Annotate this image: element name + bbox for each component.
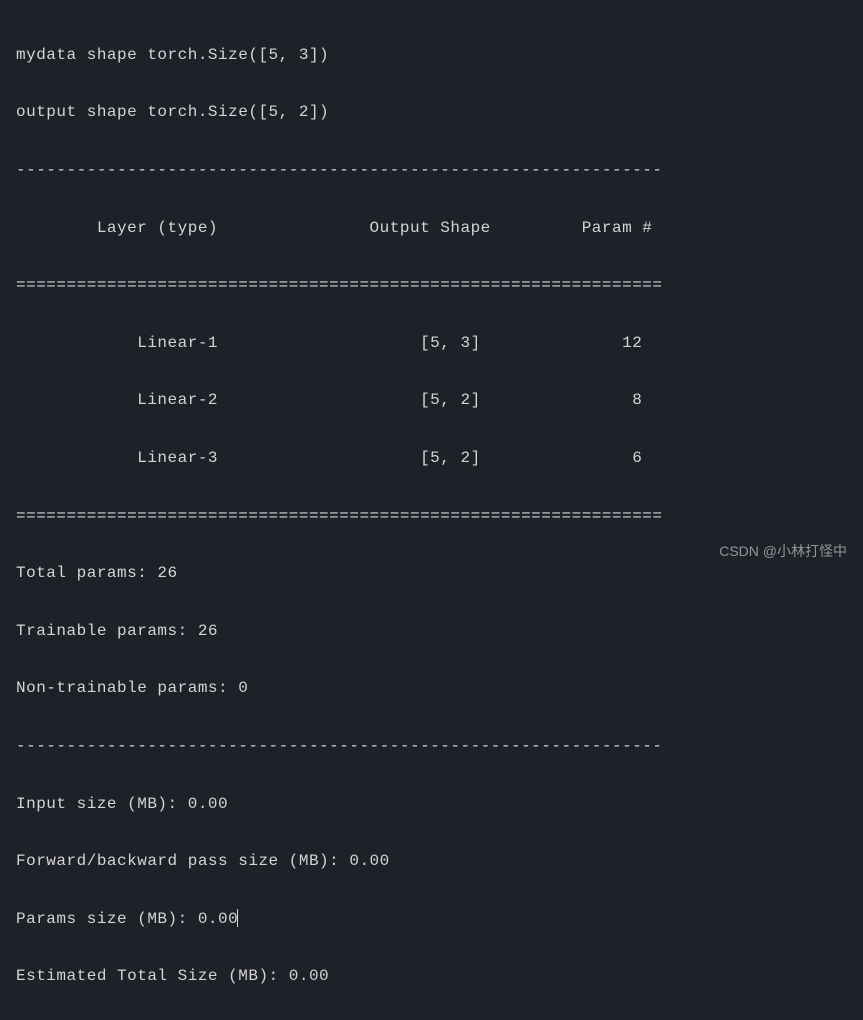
separator-dash-2: ----------------------------------------… bbox=[16, 732, 847, 761]
table-row: Linear-2 [5, 2] 8 bbox=[16, 386, 847, 415]
table-row: Linear-3 [5, 2] 6 bbox=[16, 444, 847, 473]
input-size: Input size (MB): 0.00 bbox=[16, 790, 847, 819]
separator-dash-1: ----------------------------------------… bbox=[16, 156, 847, 185]
params-size-text: Params size (MB): 0.00 bbox=[16, 910, 238, 928]
output-shape-line: output shape torch.Size([5, 2]) bbox=[16, 98, 847, 127]
separator-eq-1: ========================================… bbox=[16, 271, 847, 300]
terminal-output: mydata shape torch.Size([5, 3]) output s… bbox=[16, 12, 847, 1020]
non-trainable-params: Non-trainable params: 0 bbox=[16, 674, 847, 703]
table-row: Linear-1 [5, 3] 12 bbox=[16, 329, 847, 358]
separator-eq-2: ========================================… bbox=[16, 502, 847, 531]
estimated-total-size: Estimated Total Size (MB): 0.00 bbox=[16, 962, 847, 991]
table-header: Layer (type) Output Shape Param # bbox=[16, 214, 847, 243]
forward-backward-size: Forward/backward pass size (MB): 0.00 bbox=[16, 847, 847, 876]
text-cursor bbox=[237, 909, 238, 927]
trainable-params: Trainable params: 26 bbox=[16, 617, 847, 646]
watermark-text: CSDN @小林打怪中 bbox=[719, 539, 847, 564]
mydata-shape-line: mydata shape torch.Size([5, 3]) bbox=[16, 41, 847, 70]
params-size-line: Params size (MB): 0.00 bbox=[16, 905, 847, 934]
